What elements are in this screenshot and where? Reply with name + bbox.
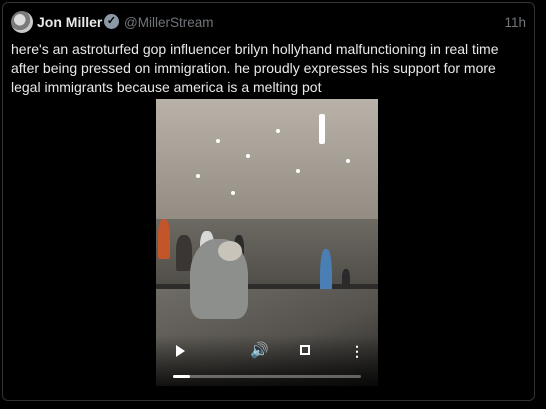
tweet-timestamp[interactable]: 11h <box>504 15 526 30</box>
more-options-icon[interactable]: ⋮ <box>350 343 364 359</box>
video-frame-person <box>176 235 192 271</box>
volume-icon[interactable]: 🔊 <box>250 343 269 359</box>
video-frame-light <box>246 154 250 158</box>
tweet-text-line: here's an astroturfed gop influencer bri… <box>11 41 499 57</box>
video-frame-light <box>296 169 300 173</box>
video-frame-person <box>342 269 350 289</box>
video-progress-fill <box>173 375 190 378</box>
video-frame-light <box>231 191 235 195</box>
video-frame-light <box>276 129 280 133</box>
verified-badge-icon: ✓ <box>104 14 119 29</box>
author-name[interactable]: Jon Miller <box>37 14 102 30</box>
video-frame-light <box>319 114 325 144</box>
tweet-text: here's an astroturfed gop influencer bri… <box>11 40 516 97</box>
video-frame-ceiling <box>156 99 378 229</box>
tweet-text-line: after being pressed on immigration. he p… <box>11 60 496 76</box>
video-frame-light <box>196 174 200 178</box>
avatar[interactable] <box>11 11 33 33</box>
play-icon[interactable] <box>176 345 185 357</box>
video-frame-light <box>346 159 350 163</box>
fullscreen-icon[interactable] <box>300 345 310 355</box>
video-frame-person <box>158 219 170 259</box>
tweet-text-line: legal immigrants because america is a me… <box>11 79 322 95</box>
video-controls: 🔊 ⋮ <box>156 335 378 386</box>
author-handle[interactable]: @MillerStream <box>124 15 213 30</box>
video-progress-bar[interactable] <box>173 375 361 378</box>
video-player[interactable]: 🔊 ⋮ <box>156 99 378 386</box>
video-frame-light <box>216 139 220 143</box>
video-frame-person <box>218 241 242 261</box>
